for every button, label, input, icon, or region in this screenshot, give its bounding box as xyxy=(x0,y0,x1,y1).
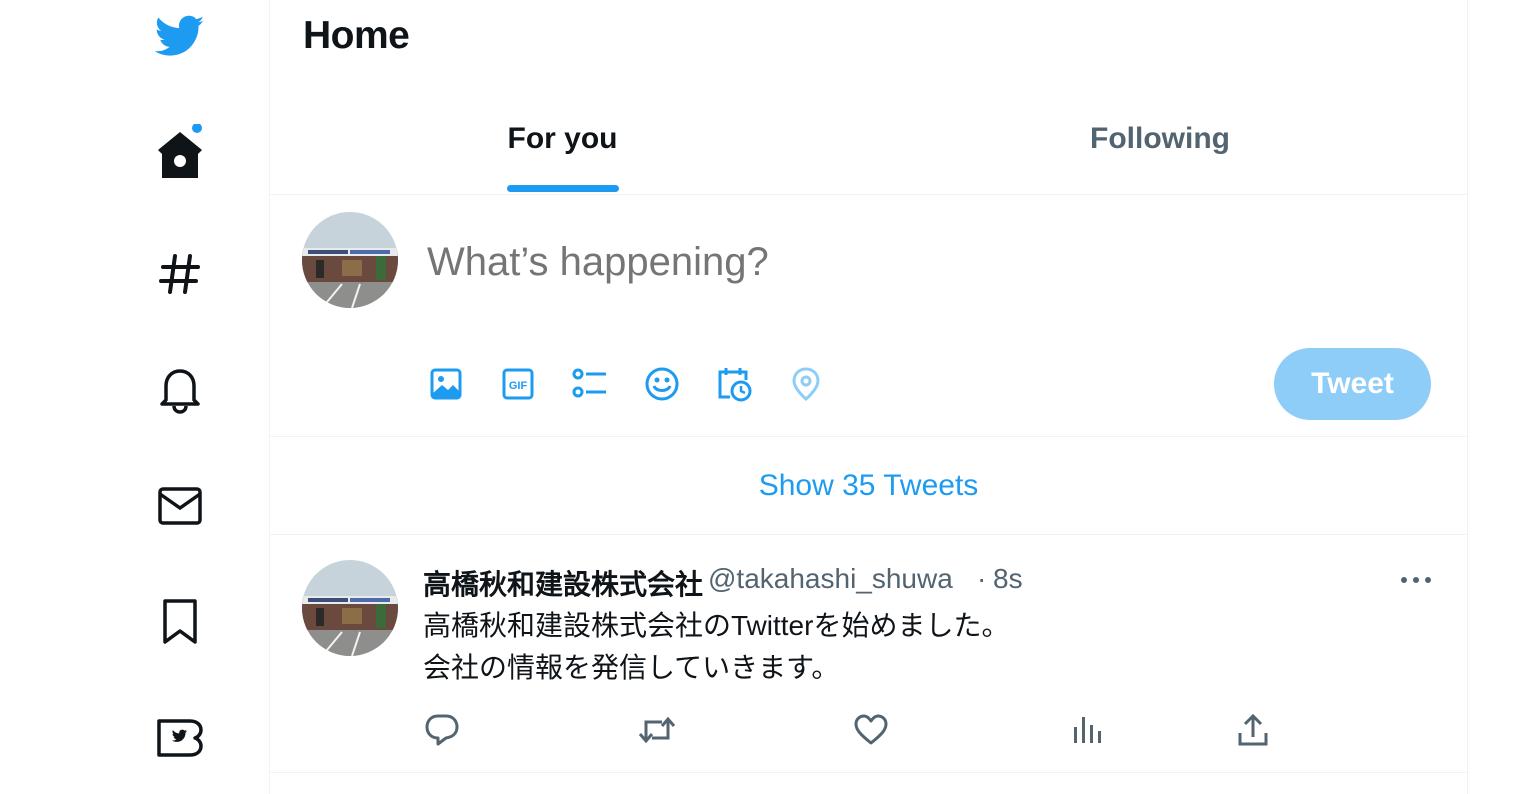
schedule-button[interactable] xyxy=(714,364,754,404)
poll-icon xyxy=(572,368,606,398)
divider xyxy=(270,194,1467,195)
nav-notifications[interactable] xyxy=(152,362,208,418)
nav-messages[interactable] xyxy=(152,478,208,534)
page-title: Home xyxy=(303,14,410,57)
share-button[interactable] xyxy=(1231,708,1275,752)
tab-for-you[interactable]: For you xyxy=(270,96,855,194)
tab-label: Following xyxy=(1090,122,1230,155)
retweet-icon xyxy=(638,716,676,744)
reply-button[interactable] xyxy=(420,708,464,752)
nav-explore[interactable] xyxy=(152,246,208,302)
gif-icon: GIF xyxy=(502,368,534,400)
twitter-logo[interactable] xyxy=(152,8,208,64)
tab-following[interactable]: Following xyxy=(860,96,1460,194)
active-tab-indicator xyxy=(507,185,619,192)
avatar[interactable] xyxy=(302,212,398,308)
bookmark-icon xyxy=(163,599,197,644)
timeline-column: Home For you Following What’s happening?… xyxy=(269,0,1468,794)
add-emoji-button[interactable] xyxy=(642,364,682,404)
tweet-text-line: 高橋秋和建設株式会社のTwitterを始めました。 xyxy=(423,610,1010,641)
share-icon xyxy=(1238,713,1268,746)
like-button[interactable] xyxy=(849,708,893,752)
views-icon xyxy=(1074,717,1101,743)
tweet-button[interactable]: Tweet xyxy=(1274,348,1431,420)
tweet-text: 高橋秋和建設株式会社のTwitterを始めました。 会社の情報を発信していきます… xyxy=(423,605,1009,689)
tweet-more-button[interactable] xyxy=(1396,560,1436,600)
nav-home[interactable] xyxy=(152,124,208,180)
tab-label: For you xyxy=(507,122,618,155)
show-new-tweets-button[interactable]: Show 35 Tweets xyxy=(270,438,1467,534)
bell-icon xyxy=(160,369,200,414)
add-poll-button[interactable] xyxy=(570,364,610,404)
compose-input[interactable] xyxy=(427,240,1127,285)
envelope-icon xyxy=(158,487,202,525)
sidebar xyxy=(0,0,269,794)
more-icon xyxy=(1401,577,1431,583)
add-gif-button[interactable]: GIF xyxy=(498,364,538,404)
nav-bookmarks[interactable] xyxy=(152,594,208,650)
tweet-text-line: 会社の情報を発信していきます。 xyxy=(423,652,840,683)
divider xyxy=(270,534,1467,535)
like-icon xyxy=(854,714,888,745)
tweet-timestamp[interactable]: 8s xyxy=(993,563,1023,595)
home-icon xyxy=(158,124,202,178)
nav-twitter-blue[interactable] xyxy=(152,710,208,766)
svg-text:GIF: GIF xyxy=(509,380,528,392)
tweet-author-name[interactable]: 高橋秋和建設株式会社 xyxy=(423,563,703,603)
image-icon xyxy=(430,368,462,400)
schedule-icon xyxy=(718,368,752,402)
reply-icon xyxy=(425,714,459,746)
emoji-icon xyxy=(645,367,679,401)
divider xyxy=(270,772,1467,773)
add-location-button[interactable] xyxy=(786,364,826,404)
tweet-separator: · xyxy=(977,563,987,594)
views-button[interactable] xyxy=(1065,708,1109,752)
tweet-avatar[interactable] xyxy=(302,560,398,656)
retweet-button[interactable] xyxy=(635,708,679,752)
bird-icon xyxy=(154,15,205,56)
add-image-button[interactable] xyxy=(426,364,466,404)
tweet-author-handle[interactable]: @takahashi_shuwa xyxy=(708,563,953,595)
hashtag-icon xyxy=(159,254,200,294)
twitter-blue-icon xyxy=(157,719,203,757)
location-icon xyxy=(792,367,820,401)
divider xyxy=(270,436,1467,437)
